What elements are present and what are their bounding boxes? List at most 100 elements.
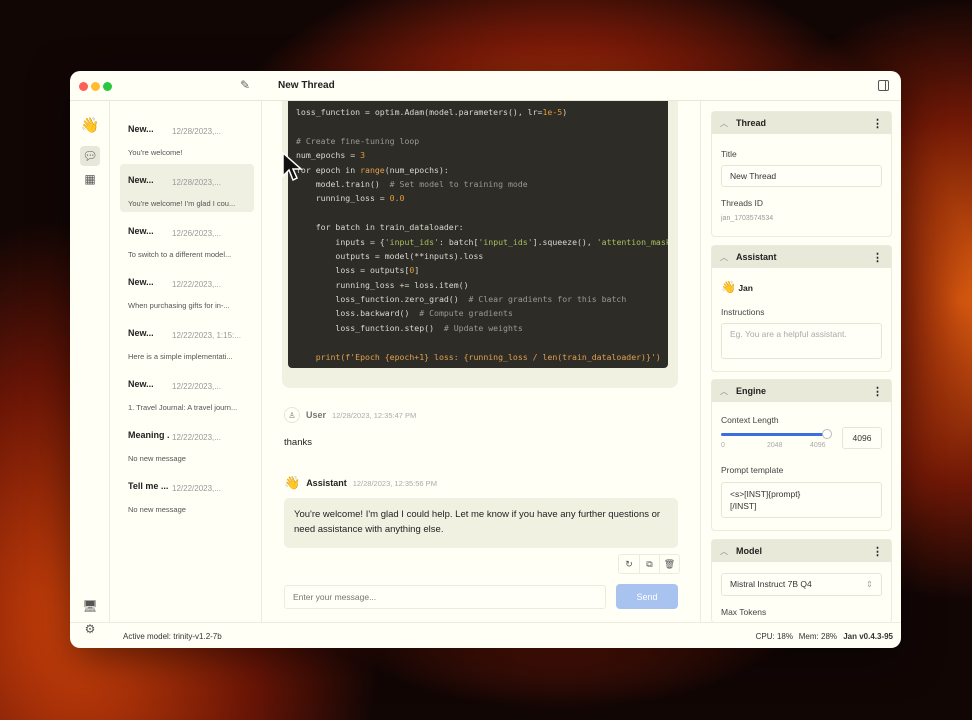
code-token: loss.backward() [296,308,420,319]
thread-date: 12/22/2023,... [172,280,221,289]
model-select-value: Mistral Instruct 7B Q4 [730,579,812,589]
thread-id-value: jan_1703574534 [721,215,774,222]
code-token: model.train() [296,178,390,189]
assistant-avatar-icon: 👋 [284,475,301,490]
code-token: range [360,164,385,175]
delete-icon[interactable]: 🗑︎ [659,555,679,573]
thread-list-item[interactable]: New... 12/22/2023, 1:15:... Here is a simp… [120,317,254,365]
thread-title: New... [128,175,154,185]
code-token: # Set model to training mode [389,178,528,189]
close-window-button[interactable] [79,82,88,91]
regenerate-icon[interactable]: ↻ [619,555,639,573]
thread-list-item[interactable]: Tell me ... 12/22/2023,... No new message [120,470,254,518]
context-length-label: Context Length [721,415,779,425]
prompt-template-textarea[interactable]: <s>[INST]{prompt} [/INST] [721,482,882,518]
thread-list-item[interactable]: New... 12/28/2023,... You're welcome! I'm … [120,164,254,212]
thread-title: New... [128,277,154,287]
minimize-window-button[interactable] [91,82,100,91]
max-tokens-label: Max Tokens [721,607,767,617]
send-button[interactable]: Send [616,584,678,609]
assistant-name: 👋 Jan [721,280,753,294]
system-monitor-icon[interactable]: 🖥︎ [80,596,100,616]
assistant-avatar-icon: 👋 [721,280,736,294]
assistant-name-text: Jan [738,283,753,293]
thread-date: 12/22/2023,... [172,382,221,391]
code-token: 'input_ids' [478,236,533,247]
thread-date: 12/22/2023,... [172,484,221,493]
context-length-slider[interactable] [721,429,832,439]
thread-title-input[interactable]: New Thread [721,165,882,187]
code-token: # Update weights [443,322,523,333]
more-options-icon[interactable]: ⋮ [872,251,883,264]
more-options-icon[interactable]: ⋮ [872,545,883,558]
thread-preview: You're welcome! I'm glad I cou... [128,199,236,208]
hub-grid-icon[interactable]: ▦ [80,169,100,189]
thread-list: New... 12/28/2023,... You're welcome! New..… [110,101,262,622]
right-panel: ︿ Thread ⋮ Title New Thread Threads ID jan… [700,101,901,623]
code-token: # Clear gradients for this batch [468,294,627,305]
thread-preview: To switch to a different model... [128,250,232,259]
code-token: 0.0 [389,193,405,204]
thread-date: 12/28/2023,... [172,178,221,187]
title-label: Title [721,149,737,159]
thread-list-item[interactable]: New... 12/22/2023,... When purchasing gift… [120,266,254,314]
thread-preview: No new message [128,454,186,463]
thread-date: 12/28/2023,... [172,127,221,136]
thread-list-item[interactable]: New... 12/28/2023,... You're welcome! [120,113,254,161]
more-options-icon[interactable]: ⋮ [872,117,883,130]
message-input[interactable] [284,585,606,609]
thread-id-label: Threads ID [721,198,764,208]
engine-section: ︿ Engine ⋮ Context Length 0 2048 4096 4096… [711,379,892,531]
model-select[interactable]: Mistral Instruct 7B Q4 ⇕ [721,573,882,596]
title-bar: ✎ New Thread [70,71,901,101]
code-token: # Create fine-tuning loop [296,135,420,146]
instructions-textarea[interactable]: Eg. You are a helpful assistant. [721,323,882,359]
model-section-header[interactable]: ︿ Model ⋮ [712,540,891,562]
slider-tick-min: 0 [721,442,725,449]
code-token: ) [562,107,568,117]
assistant-section-header[interactable]: ︿ Assistant ⋮ [712,246,891,268]
slider-tick-max: 4096 [810,442,826,449]
code-token: (num_epochs): [384,164,449,175]
slider-thumb[interactable] [822,429,832,439]
thread-list-item[interactable]: Meaning ...12/22/2023,... No new message [120,419,254,467]
instructions-label: Instructions [721,307,765,317]
context-length-input[interactable]: 4096 [842,427,882,449]
engine-section-header[interactable]: ︿ Engine ⋮ [712,380,891,402]
code-line: loss = outputs[0] [296,263,660,277]
chat-icon[interactable]: 💬︎ [80,146,100,166]
slider-tick-mid: 2048 [767,442,783,449]
status-bar: Active model: trinity-v1.2-7b CPU: 18% M… [70,622,901,648]
thread-preview: You're welcome! [128,148,183,157]
message-time: 12/28/2023, 12:35:47 PM [332,410,417,420]
thread-list-item[interactable]: New... 12/22/2023,... 1. Travel Journal: A… [120,368,254,416]
code-line: for epoch in range(num_epochs): [296,163,660,177]
new-thread-icon[interactable]: ✎ [240,78,250,92]
thread-section-header[interactable]: ︿ Thread ⋮ [712,112,891,134]
code-token: 3 [360,150,366,161]
window-title: New Thread [278,80,335,91]
thread-list-item[interactable]: New... 12/26/2023,... To switch to a diffe… [120,215,254,263]
toggle-right-panel-icon[interactable] [878,80,889,91]
section-title: Assistant [736,252,777,262]
code-line: loss_function.step() # Update weights [296,321,660,335]
more-options-icon[interactable]: ⋮ [872,385,883,398]
user-message-text: thanks [284,437,312,448]
code-line: outputs = model(**inputs).loss [296,249,660,263]
code-token: num_epochs = [296,150,361,161]
code-token: # Compute gradients [419,308,513,319]
user-message-header: ♙ User 12/28/2023, 12:35:47 PM [284,407,416,423]
code-line: inputs = {'input_ids': batch['input_ids'… [296,235,668,249]
thread-date: 12/22/2023, 1:15:... [172,331,241,340]
message-time: 12/28/2023, 12:35:56 PM [352,478,437,488]
maximize-window-button[interactable] [103,82,112,91]
app-version: Jan v0.4.3-95 [843,632,893,641]
copy-icon[interactable]: ⧉ [639,555,659,573]
code-block: loss_function = optim.Adam(model.paramet… [288,101,668,368]
active-model: Active model: trinity-v1.2-7b [123,632,222,641]
thread-preview: When purchasing gifts for in-... [128,301,230,310]
code-line: model.train() # Set model to training mo… [296,177,660,191]
section-title: Model [736,546,762,556]
